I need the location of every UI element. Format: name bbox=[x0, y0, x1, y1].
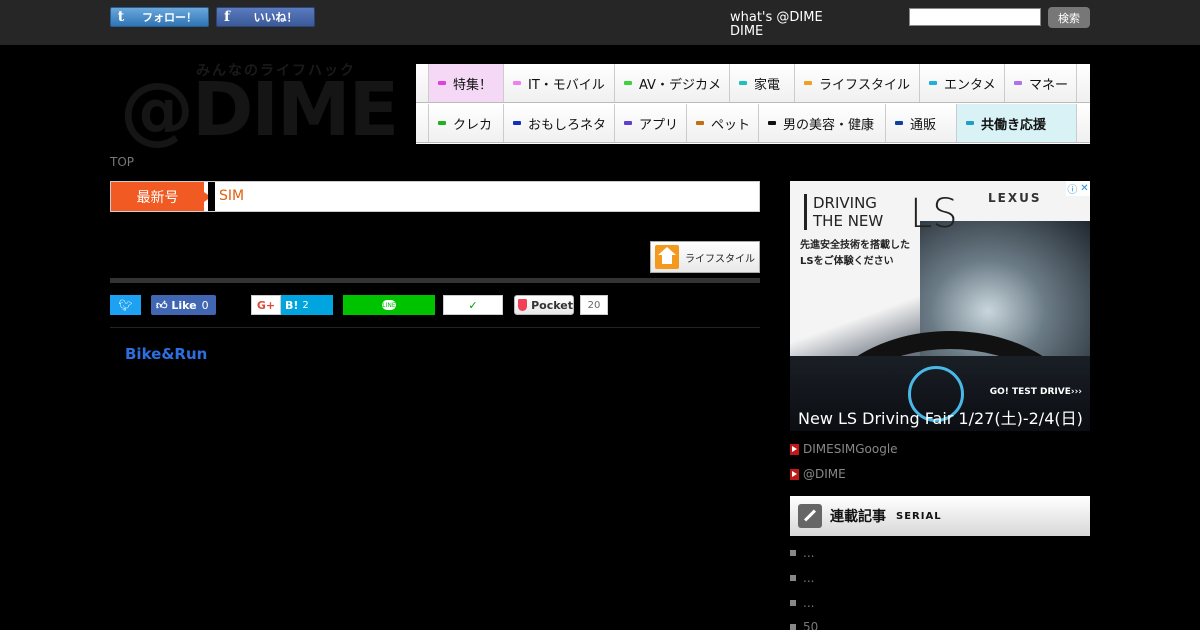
nav-item-dual-income[interactable]: 共働き応援 bbox=[957, 104, 1077, 142]
twitter-follow-button[interactable]: t フォロー！ bbox=[110, 7, 209, 27]
ad-subtext: 先進安全技術を搭載した LSをご体験ください bbox=[800, 240, 910, 267]
ad-model: LS bbox=[910, 191, 958, 237]
sidebar-link-dimesim[interactable]: DIMESIMGoogle bbox=[790, 442, 898, 456]
ad-info-icon[interactable]: ⓘ ✕ bbox=[1066, 181, 1090, 196]
site-logo[interactable]: みんなのライフハック @DIME bbox=[110, 60, 399, 150]
top-bar: t フォロー！ f いいね！ what's @DIME DIME 検索 bbox=[0, 0, 1200, 45]
category-nav: 特集！ IT・モバイル AV・デジカメ 家電 ライフスタイル エンタメ マネー … bbox=[416, 64, 1090, 144]
nav-dot-icon bbox=[624, 81, 632, 85]
nav-item-pets[interactable]: ペット bbox=[687, 104, 759, 142]
nav-item-funny-news[interactable]: おもしろネタ bbox=[504, 104, 615, 142]
pocket-icon bbox=[518, 299, 528, 311]
twitter-icon: t bbox=[117, 9, 125, 25]
nav-dot-icon bbox=[739, 81, 747, 85]
nav-row-1: 特集！ IT・モバイル AV・デジカメ 家電 ライフスタイル エンタメ マネー bbox=[416, 64, 1090, 103]
serial-section-header: 連載記事 SERIAL bbox=[790, 496, 1090, 536]
lexus-ad-banner[interactable]: DRIVING THE NEW LS LEXUS 先進安全技術を搭載した LSを… bbox=[790, 181, 1090, 431]
ad-cta: GO! TEST DRIVE››› bbox=[989, 387, 1082, 397]
article-title[interactable]: Bike&Run bbox=[125, 345, 207, 363]
lexus-logo: LEXUS bbox=[988, 191, 1042, 205]
twitter-bird-icon: 🐦︎ bbox=[118, 298, 133, 312]
nav-item-lifestyle[interactable]: ライフスタイル bbox=[795, 64, 920, 102]
nav-item-it-mobile[interactable]: IT・モバイル bbox=[504, 64, 615, 102]
logo-mark: @DIME bbox=[120, 67, 399, 153]
nav-item-entertainment[interactable]: エンタメ bbox=[920, 64, 1005, 102]
bullet-icon bbox=[790, 550, 796, 556]
arrow-right-icon bbox=[790, 468, 799, 480]
nav-item-av-camera[interactable]: AV・デジカメ bbox=[615, 64, 730, 102]
pocket-count: 20 bbox=[580, 295, 608, 315]
ad-fair-text: New LS Driving Fair 1/27(土)-2/4(日) bbox=[798, 409, 1083, 428]
bullet-icon bbox=[790, 575, 796, 581]
line-check-button[interactable]: ✓ bbox=[443, 295, 503, 315]
latest-issue-text: SIM bbox=[219, 188, 245, 204]
facebook-like-count: 0 bbox=[201, 298, 209, 312]
nav-dot-icon bbox=[438, 81, 446, 85]
nav-item-credit-card[interactable]: クレカ bbox=[429, 104, 504, 142]
facebook-icon: f bbox=[223, 9, 231, 25]
nav-dot-icon bbox=[966, 121, 974, 125]
nav-dot-icon bbox=[804, 81, 812, 85]
google-plus-button[interactable]: G+ bbox=[251, 295, 281, 315]
nav-dot-icon bbox=[768, 121, 776, 125]
pocket-button[interactable]: Pocket bbox=[514, 295, 574, 315]
bullet-icon bbox=[790, 600, 796, 606]
nav-dot-icon bbox=[895, 121, 903, 125]
nav-item-shopping[interactable]: 通販 bbox=[886, 104, 957, 142]
nav-dot-icon bbox=[696, 121, 704, 125]
breadcrumb-top[interactable]: TOP bbox=[110, 155, 134, 169]
hatena-bookmark-button[interactable]: B! 2 bbox=[281, 295, 333, 315]
twitter-share-button[interactable]: 🐦︎ bbox=[110, 295, 141, 315]
latest-issue-bar[interactable]: 最新号 SIM bbox=[110, 181, 760, 212]
nav-item-feature[interactable]: 特集！ bbox=[429, 64, 504, 102]
divider bbox=[110, 278, 760, 283]
check-icon: ✓ bbox=[468, 298, 478, 312]
line-icon: LINE bbox=[382, 300, 396, 310]
serial-item[interactable]: ... bbox=[790, 596, 814, 610]
serial-item[interactable]: ... bbox=[790, 571, 814, 585]
divider bbox=[110, 327, 760, 328]
nav-dot-icon bbox=[929, 81, 937, 85]
nav-item-mens-beauty[interactable]: 男の美容・健康 bbox=[759, 104, 886, 142]
latest-issue-badge: 最新号 bbox=[111, 182, 211, 211]
ad-headline: DRIVING THE NEW bbox=[804, 194, 883, 230]
whats-dime-link[interactable]: what's @DIME DIME bbox=[730, 11, 823, 39]
bullet-icon bbox=[790, 624, 796, 630]
serial-item[interactable]: ... bbox=[790, 546, 814, 560]
nav-item-appliances[interactable]: 家電 bbox=[730, 64, 795, 102]
serial-item[interactable]: 50 bbox=[790, 620, 818, 630]
nav-dot-icon bbox=[624, 121, 632, 125]
nav-item-apps[interactable]: アプリ bbox=[615, 104, 687, 142]
arrow-right-icon bbox=[790, 443, 799, 455]
nav-item-money[interactable]: マネー bbox=[1005, 64, 1077, 102]
search-button[interactable]: 検索 bbox=[1048, 7, 1090, 28]
nav-row-2: クレカ おもしろネタ アプリ ペット 男の美容・健康 通販 共働き応援 bbox=[416, 104, 1090, 143]
nav-dot-icon bbox=[513, 81, 521, 85]
thumbs-up-icon: 👍︎ bbox=[156, 298, 168, 312]
line-share-button[interactable]: LINE bbox=[343, 295, 435, 315]
facebook-like-share-button[interactable]: 👍︎ Like 0 bbox=[151, 295, 216, 315]
hatena-count: 2 bbox=[302, 299, 309, 311]
home-icon bbox=[655, 245, 679, 269]
pen-icon bbox=[798, 504, 822, 528]
search-input[interactable] bbox=[909, 8, 1041, 26]
sidebar-link-dime[interactable]: @DIME bbox=[790, 467, 846, 481]
facebook-like-button[interactable]: f いいね！ bbox=[216, 7, 315, 27]
nav-dot-icon bbox=[513, 121, 521, 125]
nav-dot-icon bbox=[1014, 81, 1022, 85]
category-label[interactable]: ライフスタイル bbox=[650, 241, 760, 273]
nav-dot-icon bbox=[438, 121, 446, 125]
